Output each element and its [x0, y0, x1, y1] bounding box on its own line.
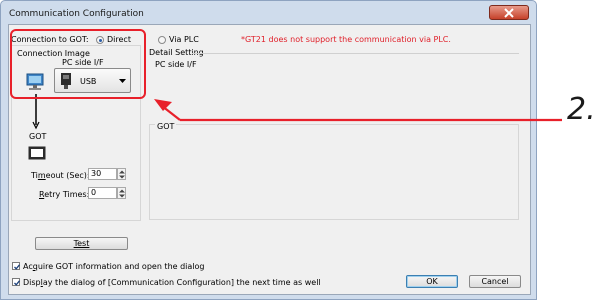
spinner-arrows-icon: [119, 189, 125, 198]
retry-input[interactable]: 0: [88, 187, 117, 199]
window-title: Communication Configuration: [9, 9, 144, 19]
check-icon: [14, 280, 21, 286]
callout-arrow-icon: [154, 99, 562, 122]
connection-arrow-icon: [32, 94, 40, 130]
annotation-label: 2.: [567, 92, 596, 127]
title-bar[interactable]: Communication Configuration: [2, 2, 535, 24]
detail-pc-side-if-label: PC side I/F: [155, 60, 197, 69]
close-icon: [504, 8, 514, 18]
via-plc-radio[interactable]: [158, 36, 166, 44]
display-dialog-checkbox[interactable]: [12, 278, 21, 286]
timeout-input[interactable]: 30: [88, 168, 117, 180]
cancel-button[interactable]: Cancel: [469, 275, 521, 288]
gt21-note: *GT21 does not support the communication…: [241, 35, 451, 44]
retry-label: Retry Times:: [39, 190, 90, 199]
got-device-icon: [28, 146, 46, 160]
detail-divider: [192, 53, 519, 54]
spinner-arrows-icon: [119, 170, 125, 179]
display-dialog-label[interactable]: Display the dialog of [Communication Con…: [23, 278, 321, 287]
timeout-label: Timeout (Sec):: [31, 171, 90, 180]
got-label: GOT: [29, 132, 47, 141]
ok-button[interactable]: OK: [406, 275, 458, 288]
acquire-got-label[interactable]: Acquire GOT information and open the dia…: [23, 262, 205, 271]
acquire-got-checkbox[interactable]: [12, 262, 21, 270]
highlight-box: [10, 29, 146, 99]
via-plc-radio-label[interactable]: Via PLC: [169, 35, 199, 44]
check-icon: [14, 264, 21, 270]
got-settings-frame: [149, 124, 519, 220]
retry-spinner[interactable]: [117, 187, 126, 199]
test-button[interactable]: Test: [35, 237, 128, 250]
close-button[interactable]: [489, 5, 529, 20]
timeout-spinner[interactable]: [117, 168, 126, 180]
